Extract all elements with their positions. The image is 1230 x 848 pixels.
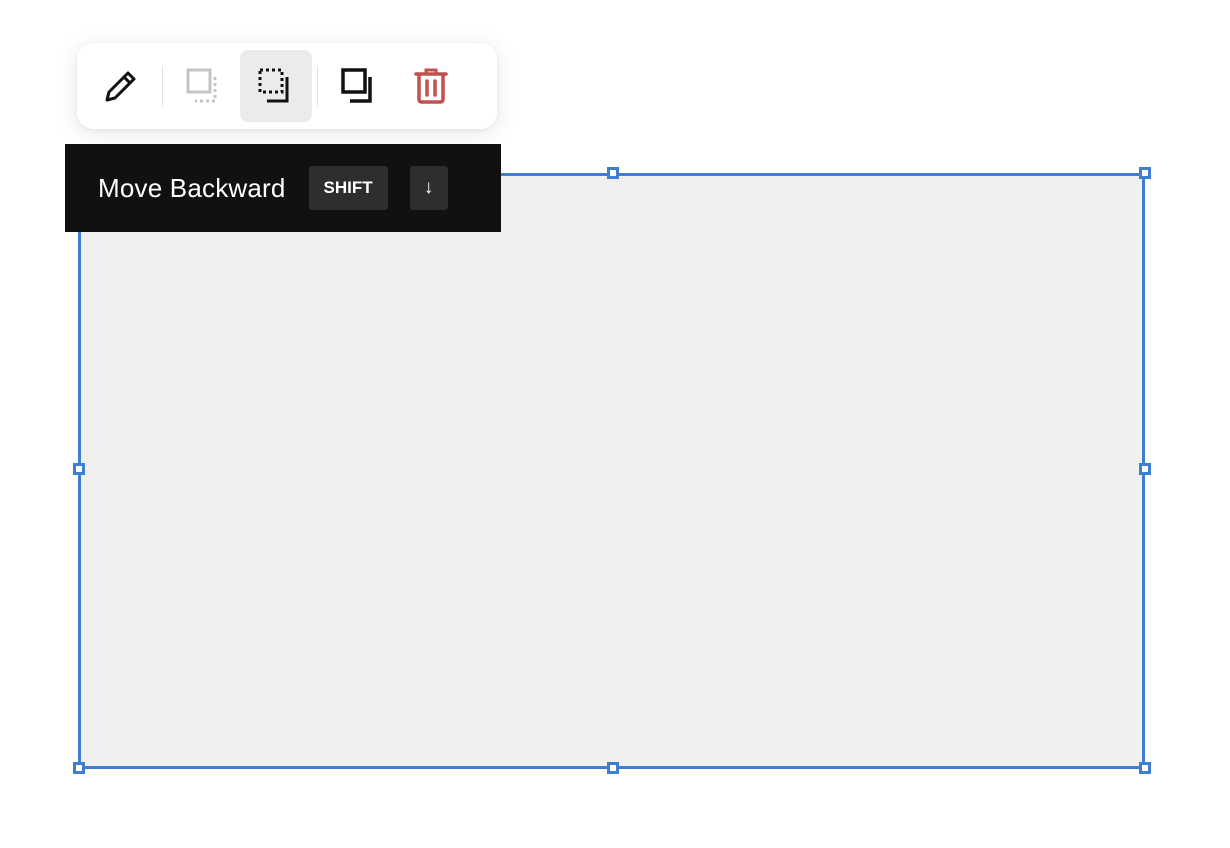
edit-button[interactable] (85, 50, 157, 122)
tooltip: Move Backward SHIFT ↓ (65, 144, 501, 232)
shortcut-arrow-down-key: ↓ (409, 166, 448, 210)
toolbar-divider (317, 66, 318, 106)
resize-handle-middle-left[interactable] (73, 463, 85, 475)
delete-button[interactable] (395, 50, 467, 122)
trash-icon (414, 68, 448, 104)
pencil-icon (105, 71, 136, 102)
tooltip-label: Move Backward (98, 172, 286, 203)
resize-handle-bottom-left[interactable] (73, 762, 85, 774)
move-backward-button[interactable] (240, 50, 312, 122)
editor-canvas[interactable]: Move Backward SHIFT ↓ (0, 0, 1230, 848)
resize-handle-top-right[interactable] (1139, 167, 1151, 179)
resize-handle-top-center[interactable] (607, 167, 619, 179)
resize-handle-bottom-center[interactable] (607, 762, 619, 774)
duplicate-icon (341, 68, 372, 103)
bring-to-front-button[interactable] (168, 50, 240, 122)
bring-to-front-icon (186, 68, 217, 103)
toolbar-divider (162, 66, 163, 106)
shape-toolbar (77, 43, 497, 129)
resize-handle-bottom-right[interactable] (1139, 762, 1151, 774)
shortcut-modifier-key: SHIFT (308, 166, 388, 210)
duplicate-button[interactable] (323, 50, 395, 122)
selected-shape[interactable] (78, 173, 1145, 769)
resize-handle-middle-right[interactable] (1139, 463, 1151, 475)
move-backward-icon (258, 68, 289, 103)
